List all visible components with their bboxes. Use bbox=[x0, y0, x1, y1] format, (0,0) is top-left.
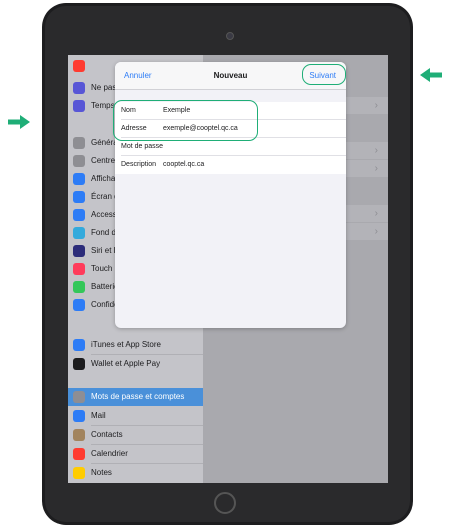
field-label: Mot de passe bbox=[121, 143, 164, 150]
arrow-right-icon bbox=[8, 115, 30, 129]
home-screen-icon bbox=[73, 191, 85, 203]
sidebar-item-label: Wallet et Apple Pay bbox=[91, 359, 161, 368]
sidebar-item-label: Calendrier bbox=[91, 449, 128, 458]
next-highlight-box bbox=[302, 64, 346, 85]
chevron-right-icon: › bbox=[374, 100, 378, 111]
chevron-right-icon: › bbox=[374, 145, 378, 156]
field-value[interactable]: cooptel.qc.ca bbox=[163, 161, 204, 168]
field-label: Description bbox=[121, 161, 157, 168]
home-button[interactable] bbox=[214, 492, 236, 514]
battery-icon bbox=[73, 281, 85, 293]
settings-app-icon bbox=[73, 60, 85, 72]
sidebar-item-contacts[interactable]: Contacts bbox=[68, 426, 203, 444]
sidebar-item-label: Mail bbox=[91, 411, 106, 420]
sidebar-item-mots-de-passe[interactable]: Mots de passe et comptes bbox=[68, 388, 203, 406]
wallet-icon bbox=[73, 358, 85, 370]
sidebar-item-wallet[interactable]: Wallet et Apple Pay bbox=[68, 355, 203, 373]
chevron-right-icon: › bbox=[374, 208, 378, 219]
gear-icon bbox=[73, 137, 85, 149]
chevron-right-icon: › bbox=[374, 226, 378, 237]
flower-icon bbox=[73, 227, 85, 239]
sidebar-item-calendrier[interactable]: Calendrier bbox=[68, 445, 203, 463]
sidebar-item-notes[interactable]: Notes bbox=[68, 464, 203, 482]
fields-highlight-box bbox=[113, 100, 258, 141]
mail-icon bbox=[73, 410, 85, 422]
camera-icon bbox=[226, 32, 234, 40]
notes-icon bbox=[73, 467, 85, 479]
chevron-right-icon: › bbox=[374, 163, 378, 174]
text-size-icon bbox=[73, 173, 85, 185]
toggles-icon bbox=[73, 155, 85, 167]
sidebar-item-label: Mots de passe et comptes bbox=[91, 392, 185, 401]
arrow-left-icon bbox=[420, 68, 442, 82]
moon-icon bbox=[73, 82, 85, 94]
hourglass-icon bbox=[73, 100, 85, 112]
sidebar-item-label: Notes bbox=[91, 468, 112, 477]
sidebar-item-mail[interactable]: Mail bbox=[68, 407, 203, 425]
description-field[interactable]: Description cooptel.qc.ca bbox=[115, 156, 346, 174]
hand-icon bbox=[73, 299, 85, 311]
app-store-icon bbox=[73, 339, 85, 351]
siri-icon bbox=[73, 245, 85, 257]
calendar-icon bbox=[73, 448, 85, 460]
sidebar-item-itunes[interactable]: iTunes et App Store bbox=[68, 336, 203, 354]
contacts-icon bbox=[73, 429, 85, 441]
sidebar-item-label: iTunes et App Store bbox=[91, 340, 161, 349]
fingerprint-icon bbox=[73, 263, 85, 275]
sidebar-item-label: Contacts bbox=[91, 430, 123, 439]
accessibility-icon bbox=[73, 209, 85, 221]
key-icon bbox=[73, 391, 85, 403]
